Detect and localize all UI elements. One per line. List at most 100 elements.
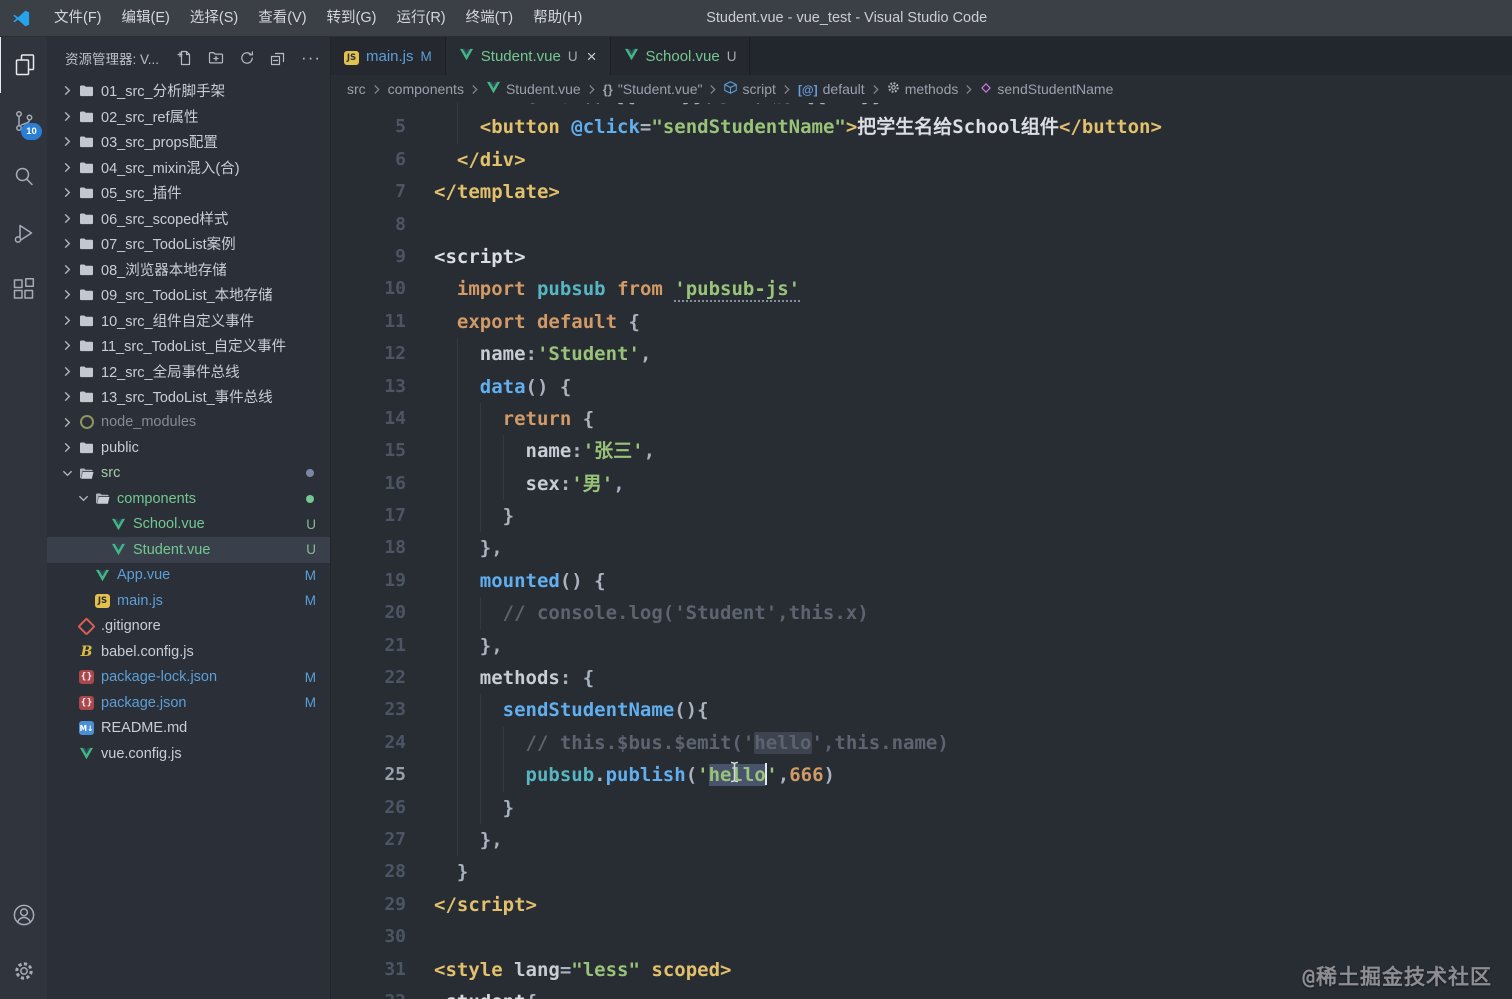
tree-item[interactable]: 08_浏览器本地存储 bbox=[47, 257, 330, 283]
indent-guide bbox=[456, 759, 458, 792]
code-line[interactable]: 9 <script> bbox=[331, 241, 1512, 273]
code-line[interactable]: 28 } bbox=[331, 856, 1512, 888]
breadcrumb-item[interactable]: {} "Student.vue" bbox=[603, 81, 703, 97]
breadcrumb-item[interactable]: script bbox=[724, 81, 776, 97]
menu-item[interactable]: 选择(S) bbox=[180, 0, 248, 36]
code-token: @click bbox=[571, 116, 640, 139]
code-line[interactable]: 6 </div> bbox=[331, 144, 1512, 176]
menu-item[interactable]: 帮助(H) bbox=[523, 0, 592, 36]
breadcrumb-item[interactable]: src bbox=[347, 81, 366, 97]
run-debug-icon[interactable] bbox=[0, 205, 47, 261]
tree-item[interactable]: 13_src_TodoList_事件总线 bbox=[47, 384, 330, 410]
code-line[interactable]: 5 <button @click="sendStudentName">把学生名给… bbox=[331, 111, 1512, 144]
account-icon[interactable] bbox=[0, 887, 47, 943]
tree-item[interactable]: Student.vue U bbox=[47, 537, 330, 563]
tree-item[interactable]: 06_src_scoped样式 bbox=[47, 206, 330, 232]
menu-item[interactable]: 文件(F) bbox=[44, 0, 112, 36]
tab-school-vue[interactable]: School.vue U bbox=[610, 37, 751, 75]
code-line[interactable]: 25 pubsub.publish('hello',666) bbox=[331, 759, 1512, 792]
tree-item[interactable]: {} package-lock.json M bbox=[47, 665, 330, 691]
collapse-folders-icon[interactable] bbox=[270, 50, 286, 66]
tree-item[interactable]: .gitignore bbox=[47, 614, 330, 640]
code-editor[interactable]: 4 <h2>学生姓名:{{name}},学生性别:{{sex}}</h2>5 <… bbox=[331, 103, 1512, 999]
tab-main-js[interactable]: JS main.js M bbox=[331, 37, 446, 75]
code-line[interactable]: 22 methods: { bbox=[331, 662, 1512, 695]
code-line[interactable]: 21 }, bbox=[331, 629, 1512, 663]
tree-item[interactable]: JS main.js M bbox=[47, 588, 330, 614]
code-line[interactable]: 20 // console.log('Student',this.x) bbox=[331, 597, 1512, 630]
code-line[interactable]: 19 mounted() { bbox=[331, 564, 1512, 598]
tree-item[interactable]: 12_src_全局事件总线 bbox=[47, 359, 330, 385]
search-icon[interactable] bbox=[0, 149, 47, 205]
source-control-icon[interactable]: 10 bbox=[0, 93, 47, 149]
extensions-icon[interactable] bbox=[0, 261, 47, 317]
tree-item[interactable]: 10_src_组件自定义事件 bbox=[47, 308, 330, 334]
code-line[interactable]: 7 </template> bbox=[331, 176, 1512, 208]
code-line[interactable]: 16 sex:'男', bbox=[331, 467, 1512, 501]
more-actions-icon[interactable]: ··· bbox=[301, 49, 321, 66]
code-line[interactable]: 27 }, bbox=[331, 823, 1512, 857]
tree-item[interactable]: 11_src_TodoList_自定义事件 bbox=[47, 333, 330, 359]
code-line[interactable]: 11 export default { bbox=[331, 306, 1512, 338]
menu-item[interactable]: 转到(G) bbox=[317, 0, 387, 36]
tree-item[interactable]: 05_src_插件 bbox=[47, 180, 330, 206]
menu-item[interactable]: 编辑(E) bbox=[112, 0, 180, 36]
code-token: () { bbox=[559, 569, 606, 592]
code-line[interactable]: 30 bbox=[331, 921, 1512, 953]
code-line[interactable]: 14 return { bbox=[331, 402, 1512, 436]
breadcrumb-item[interactable]: [@] default bbox=[798, 81, 865, 97]
tree-item[interactable]: 09_src_TodoList_本地存储 bbox=[47, 282, 330, 308]
tree-item[interactable]: M↓ README.md bbox=[47, 716, 330, 742]
code-line[interactable]: 18 }, bbox=[331, 532, 1512, 565]
breadcrumb-item[interactable]: Student.vue bbox=[486, 81, 581, 97]
code-token: { bbox=[571, 407, 595, 430]
tree-item[interactable]: components bbox=[47, 486, 330, 512]
close-icon[interactable]: × bbox=[587, 48, 597, 65]
refresh-icon[interactable] bbox=[239, 50, 255, 66]
tree-item[interactable]: public bbox=[47, 435, 330, 461]
code-line[interactable]: 15 name:'张三', bbox=[331, 435, 1512, 468]
git-change-dot bbox=[306, 494, 314, 503]
tree-item[interactable]: 01_src_分析脚手架 bbox=[47, 78, 330, 104]
tree-item[interactable]: Bbabel.config.js bbox=[47, 639, 330, 665]
code-token: : bbox=[525, 343, 537, 366]
indent-guide bbox=[456, 402, 458, 436]
indent-guide bbox=[479, 694, 481, 727]
tree-item[interactable]: 03_src_props配置 bbox=[47, 129, 330, 155]
code-line[interactable]: 10 import pubsub from 'pubsub-js' bbox=[331, 273, 1512, 305]
code-line[interactable]: 26 } bbox=[331, 791, 1512, 824]
explorer-icon[interactable] bbox=[0, 37, 48, 93]
code-line[interactable]: 8 bbox=[331, 209, 1512, 241]
tree-item[interactable]: node_modules bbox=[47, 410, 330, 436]
code-line[interactable]: 4 <h2>学生姓名:{{name}},学生性别:{{sex}}</h2> bbox=[331, 103, 1512, 112]
menu-item[interactable]: 运行(R) bbox=[386, 0, 455, 36]
code-line[interactable]: 24 // this.$bus.$emit('hello',this.name) bbox=[331, 726, 1512, 760]
explorer-header: 资源管理器: V... ··· bbox=[47, 37, 330, 78]
code-line[interactable]: 31 <style lang="less" scoped> bbox=[331, 954, 1512, 986]
indent-guide bbox=[456, 726, 458, 760]
tab-student-vue[interactable]: Student.vue U × bbox=[445, 37, 611, 75]
code-line[interactable]: 17 } bbox=[331, 500, 1512, 533]
tree-item[interactable]: vue.config.js bbox=[47, 741, 330, 767]
menu-item[interactable]: 终端(T) bbox=[456, 0, 524, 36]
code-line[interactable]: 13 data() { bbox=[331, 370, 1512, 403]
breadcrumb-item[interactable]: sendStudentName bbox=[980, 81, 1113, 97]
code-line[interactable]: 32 .student{ bbox=[331, 986, 1512, 999]
new-folder-icon[interactable] bbox=[208, 50, 224, 66]
breadcrumb-item[interactable]: methods bbox=[887, 81, 958, 97]
settings-icon[interactable] bbox=[0, 943, 47, 999]
code-line[interactable]: 29 </script> bbox=[331, 889, 1512, 921]
tree-item[interactable]: 02_src_ref属性 bbox=[47, 104, 330, 130]
menu-item[interactable]: 查看(V) bbox=[248, 0, 316, 36]
code-line[interactable]: 23 sendStudentName(){ bbox=[331, 694, 1512, 727]
code-line[interactable]: 12 name:'Student', bbox=[331, 338, 1512, 371]
tree-item[interactable]: 07_src_TodoList案例 bbox=[47, 231, 330, 257]
tree-item[interactable]: src bbox=[47, 461, 330, 487]
code-line-content: export default { bbox=[434, 306, 1512, 338]
new-file-icon[interactable] bbox=[177, 50, 193, 66]
tree-item[interactable]: School.vue U bbox=[47, 512, 330, 538]
breadcrumb-item[interactable]: components bbox=[388, 81, 464, 97]
tree-item[interactable]: App.vue M bbox=[47, 563, 330, 589]
tree-item[interactable]: 04_src_mixin混入(合) bbox=[47, 155, 330, 181]
tree-item[interactable]: {} package.json M bbox=[47, 690, 330, 716]
